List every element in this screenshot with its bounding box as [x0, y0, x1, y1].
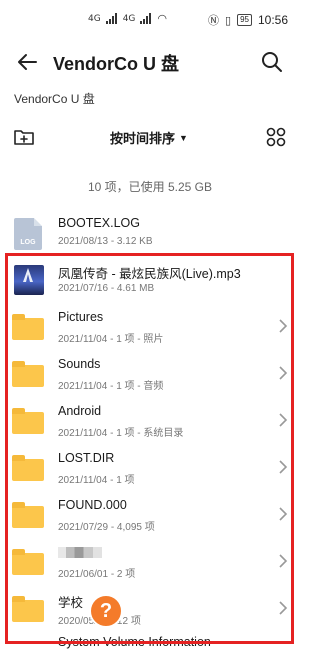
blurred-file-name [58, 547, 102, 558]
file-meta: 2021/11/04 - 1 项 - 音频 [58, 381, 164, 392]
page-title: VendorCo U 盘 [53, 54, 180, 74]
file-meta: 2021/08/13 - 3.12 KB [58, 236, 153, 247]
file-meta: 2021/07/16 - 4.61 MB [58, 283, 155, 294]
list-item[interactable]: 学校 2020/05/01 - 12 项 [0, 586, 300, 633]
folder-icon [12, 408, 44, 434]
folder-icon [12, 502, 44, 528]
chevron-right-icon [279, 601, 288, 615]
storage-summary: 10 项，已使用 5.25 GB [87, 180, 213, 194]
sim1-label: 4G [88, 13, 101, 24]
file-name: LOST.DIR [58, 451, 115, 465]
folder-icon [12, 361, 44, 387]
log-icon-label: LOG [20, 239, 36, 246]
file-meta: 2021/11/04 - 1 项 - 照片 [58, 334, 164, 345]
list-item[interactable]: Android 2021/11/04 - 1 项 - 系统目录 [0, 398, 300, 445]
clock: 10:56 [257, 13, 288, 27]
app-header: VendorCo U 盘 [0, 42, 300, 82]
file-name: FOUND.000 [58, 498, 127, 512]
caret-down-icon: ▼ [179, 132, 188, 143]
grid-icon [266, 127, 286, 147]
folder-icon [12, 455, 44, 481]
wifi-icon: ◠ [157, 13, 168, 25]
status-bar: 4G 4G ◠ Ⓝ ▯ 95 10:56 [0, 0, 300, 42]
chevron-right-icon [279, 319, 288, 333]
list-item[interactable]: LOST.DIR 2021/11/04 - 1 项 [0, 445, 300, 492]
list-item[interactable]: 凤凰传奇 - 最炫民族风(Live).mp3 2021/07/16 - 4.61… [0, 257, 300, 304]
album-art-icon [14, 265, 44, 295]
list-item[interactable]: Pictures 2021/11/04 - 1 项 - 照片 [0, 304, 300, 351]
breadcrumb[interactable]: VendorCo U 盘 [14, 90, 95, 107]
signal-icon [105, 13, 118, 24]
chevron-right-icon [279, 507, 288, 521]
log-file-icon: LOG [14, 218, 42, 250]
sim2-label: 4G [122, 13, 136, 24]
file-list: LOG BOOTEX.LOG 2021/08/13 - 3.12 KB 凤凰传奇… [0, 210, 300, 650]
folder-icon [12, 314, 44, 340]
status-right: Ⓝ ▯ 95 10:56 [208, 12, 288, 28]
folder-icon [12, 549, 44, 575]
search-button[interactable] [258, 48, 286, 76]
grid-view-button[interactable] [264, 125, 288, 149]
help-button[interactable]: ? [89, 594, 123, 628]
list-item[interactable]: System Volume Information [0, 633, 300, 650]
file-name: 凤凰传奇 - 最炫民族风(Live).mp3 [58, 267, 241, 281]
list-item[interactable]: Sounds 2021/11/04 - 1 项 - 音频 [0, 351, 300, 398]
file-name: Pictures [58, 310, 104, 324]
question-icon: ? [99, 599, 113, 622]
list-item[interactable]: FOUND.000 2021/07/29 - 4,095 项 [0, 492, 300, 539]
status-indicators: 4G 4G ◠ [88, 12, 167, 25]
toolbar: 按时间排序 ▼ [0, 122, 300, 152]
battery-icon: 95 [237, 14, 252, 26]
arrow-left-icon [18, 54, 37, 70]
chevron-right-icon [279, 460, 288, 474]
new-folder-button[interactable] [12, 125, 36, 149]
vibrate-icon: ▯ [225, 14, 232, 27]
signal-icon [140, 13, 152, 24]
file-meta: 2021/07/29 - 4,095 项 [58, 522, 155, 533]
nfc-icon: Ⓝ [208, 15, 219, 27]
file-meta: 2021/11/04 - 1 项 - 系统目录 [58, 428, 184, 439]
chevron-right-icon [279, 366, 288, 380]
sort-label: 按时间排序 [110, 131, 176, 146]
sort-dropdown[interactable]: 按时间排序 ▼ [110, 128, 188, 147]
back-button[interactable] [14, 48, 42, 76]
search-icon [262, 52, 282, 72]
chevron-right-icon [279, 554, 288, 568]
file-name: System Volume Information [58, 635, 211, 649]
new-folder-icon [14, 130, 34, 145]
file-meta: 2021/06/01 - 2 项 [58, 569, 136, 580]
file-name: 学校 [58, 596, 84, 610]
file-name: Android [58, 404, 102, 418]
list-item[interactable]: LOG BOOTEX.LOG 2021/08/13 - 3.12 KB [0, 210, 300, 257]
file-name: Sounds [58, 357, 101, 371]
file-meta: 2021/11/04 - 1 项 [58, 475, 135, 486]
list-item[interactable]: 2021/06/01 - 2 项 [0, 539, 300, 586]
chevron-right-icon [279, 413, 288, 427]
folder-icon [12, 596, 44, 622]
file-name: BOOTEX.LOG [58, 216, 140, 230]
